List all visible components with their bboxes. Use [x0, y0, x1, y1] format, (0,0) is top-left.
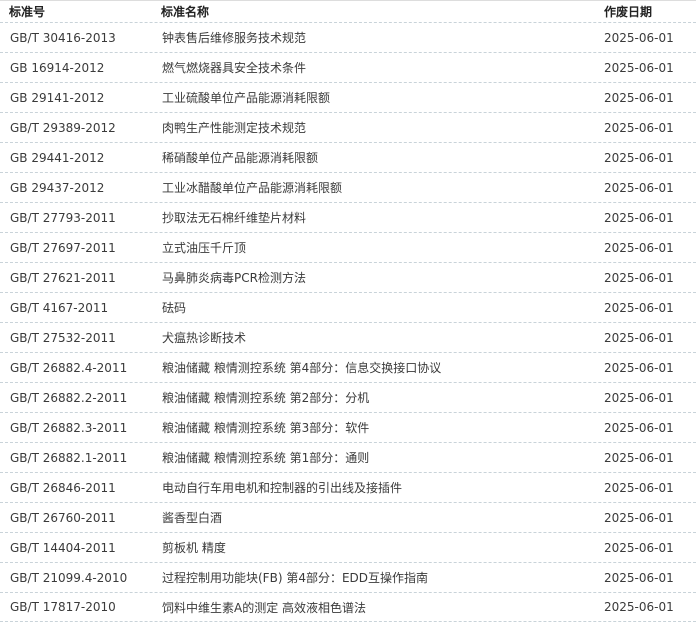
void-date: 2025-06-01 [604, 30, 674, 45]
standard-code: GB/T 27532-2011 [10, 330, 116, 345]
standard-code: GB/T 26882.1-2011 [10, 450, 128, 465]
void-date: 2025-06-01 [604, 120, 674, 135]
standard-name-link[interactable]: 犬瘟热诊断技术 [152, 329, 594, 346]
standards-table: 标准号 标准名称 作废日期 GB/T 30416-2013 钟表售后维修服务技术规… [0, 0, 696, 640]
standard-name-link[interactable]: 粮油储藏 粮情测控系统 第4部分：信息交换接口协议 [152, 359, 594, 376]
void-date: 2025-06-01 [604, 330, 674, 345]
standard-name-link[interactable]: 粮油储藏 粮情测控系统 第3部分：软件 [152, 419, 594, 436]
table-row[interactable]: GB/T 27793-2011 抄取法无石棉纤维垫片材料 2025-06-01 [0, 202, 696, 232]
standard-code: GB/T 29389-2012 [10, 120, 116, 135]
standard-name-link[interactable]: 酱香型白酒 [152, 509, 594, 526]
standard-code: GB/T 14404-2011 [10, 540, 116, 555]
table-row[interactable]: GB/T 26882.4-2011 粮油储藏 粮情测控系统 第4部分：信息交换接口… [0, 352, 696, 382]
standard-name-link[interactable]: 抄取法无石棉纤维垫片材料 [152, 209, 594, 226]
standard-code: GB/T 4167-2011 [10, 300, 109, 315]
table-row[interactable]: GB/T 26882.2-2011 粮油储藏 粮情测控系统 第2部分：分机 2025… [0, 382, 696, 412]
standard-name-link[interactable]: 剪板机 精度 [152, 539, 594, 556]
header-standard-code: 标准号 [9, 5, 46, 19]
table-row[interactable]: GB/T 4167-2011 砝码 2025-06-01 [0, 292, 696, 322]
standard-code: GB/T 26882.4-2011 [10, 360, 128, 375]
table-row[interactable]: GB/T 26882.3-2011 粮油储藏 粮情测控系统 第3部分：软件 2025… [0, 412, 696, 442]
standard-name-link[interactable]: 粮油储藏 粮情测控系统 第1部分：通则 [152, 449, 594, 466]
table-row[interactable]: GB/T 27621-2011 马鼻肺炎病毒PCR检测方法 2025-06-01 [0, 262, 696, 292]
standard-name-link[interactable]: 钟表售后维修服务技术规范 [152, 29, 594, 46]
table-row[interactable]: GB/T 26760-2011 酱香型白酒 2025-06-01 [0, 502, 696, 532]
table-row[interactable]: GB/T 26846-2011 电动自行车用电机和控制器的引出线及接插件 2025-… [0, 472, 696, 502]
void-date: 2025-06-01 [604, 300, 674, 315]
table-row[interactable]: GB/T 21099.4-2010 过程控制用功能块(FB) 第4部分：EDD互操… [0, 562, 696, 592]
table-row[interactable]: GB/T 14404-2011 剪板机 精度 2025-06-01 [0, 532, 696, 562]
void-date: 2025-06-01 [604, 150, 674, 165]
void-date: 2025-06-01 [604, 270, 674, 285]
table-row[interactable]: GB/T 27697-2011 立式油压千斤顶 2025-06-01 [0, 232, 696, 262]
void-date: 2025-06-01 [604, 390, 674, 405]
standard-code: GB/T 27621-2011 [10, 270, 116, 285]
table-row[interactable]: GB/T 30416-2013 钟表售后维修服务技术规范 2025-06-01 [0, 22, 696, 52]
header-void-date: 作废日期 [604, 5, 653, 19]
void-date: 2025-06-01 [604, 240, 674, 255]
standard-name-link[interactable]: 肉鸭生产性能测定技术规范 [152, 119, 594, 136]
void-date: 2025-06-01 [604, 420, 674, 435]
table-row[interactable]: GB 29441-2012 稀硝酸单位产品能源消耗限额 2025-06-01 [0, 142, 696, 172]
table-row[interactable]: GB 29141-2012 工业硫酸单位产品能源消耗限额 2025-06-01 [0, 82, 696, 112]
standard-name-link[interactable]: 电动自行车用电机和控制器的引出线及接插件 [152, 479, 594, 496]
void-date: 2025-06-01 [604, 360, 674, 375]
void-date: 2025-06-01 [604, 60, 674, 75]
table-row[interactable]: GB/T 17817-2010 饲料中维生素A的测定 高效液相色谱法 2025-06… [0, 592, 696, 622]
standard-code: GB/T 21099.4-2010 [10, 570, 128, 585]
standard-code: GB/T 17817-2010 [10, 600, 116, 614]
void-date: 2025-06-01 [604, 540, 674, 555]
standard-name-link[interactable]: 工业冰醋酸单位产品能源消耗限额 [152, 179, 594, 196]
void-date: 2025-06-01 [604, 90, 674, 105]
standard-name-link[interactable]: 燃气燃烧器具安全技术条件 [152, 59, 594, 76]
standard-name-link[interactable]: 饲料中维生素A的测定 高效液相色谱法 [152, 599, 594, 616]
void-date: 2025-06-01 [604, 570, 674, 585]
standard-code: GB 29437-2012 [10, 180, 105, 195]
standard-code: GB/T 27793-2011 [10, 210, 116, 225]
table-row[interactable]: GB 16914-2012 燃气燃烧器具安全技术条件 2025-06-01 [0, 52, 696, 82]
standard-name-link[interactable]: 稀硝酸单位产品能源消耗限额 [152, 149, 594, 166]
void-date: 2025-06-01 [604, 180, 674, 195]
standard-code: GB 16914-2012 [10, 60, 105, 75]
standard-code: GB 29441-2012 [10, 150, 105, 165]
table-row[interactable]: GB/T 26882.1-2011 粮油储藏 粮情测控系统 第1部分：通则 2025… [0, 442, 696, 472]
void-date: 2025-06-01 [604, 210, 674, 225]
standard-name-link[interactable]: 马鼻肺炎病毒PCR检测方法 [152, 269, 594, 286]
void-date: 2025-06-01 [604, 510, 674, 525]
table-row[interactable]: GB 29437-2012 工业冰醋酸单位产品能源消耗限额 2025-06-01 [0, 172, 696, 202]
void-date: 2025-06-01 [604, 480, 674, 495]
standard-code: GB/T 26882.2-2011 [10, 390, 128, 405]
table-body: GB/T 30416-2013 钟表售后维修服务技术规范 2025-06-01 GB … [0, 22, 696, 622]
header-standard-name: 标准名称 [161, 5, 210, 19]
standard-code: GB/T 30416-2013 [10, 30, 116, 45]
standard-code: GB/T 26846-2011 [10, 480, 116, 495]
void-date: 2025-06-01 [604, 600, 674, 614]
standard-code: GB 29141-2012 [10, 90, 105, 105]
table-header: 标准号 标准名称 作废日期 [0, 1, 696, 22]
standard-name-link[interactable]: 工业硫酸单位产品能源消耗限额 [152, 89, 594, 106]
table-row[interactable]: GB/T 27532-2011 犬瘟热诊断技术 2025-06-01 [0, 322, 696, 352]
standard-code: GB/T 26882.3-2011 [10, 420, 128, 435]
standard-name-link[interactable]: 立式油压千斤顶 [152, 239, 594, 256]
void-date: 2025-06-01 [604, 450, 674, 465]
standard-name-link[interactable]: 砝码 [152, 299, 594, 316]
standard-name-link[interactable]: 粮油储藏 粮情测控系统 第2部分：分机 [152, 389, 594, 406]
standard-code: GB/T 26760-2011 [10, 510, 116, 525]
standard-name-link[interactable]: 过程控制用功能块(FB) 第4部分：EDD互操作指南 [152, 569, 594, 586]
table-row[interactable]: GB/T 29389-2012 肉鸭生产性能测定技术规范 2025-06-01 [0, 112, 696, 142]
standard-code: GB/T 27697-2011 [10, 240, 116, 255]
